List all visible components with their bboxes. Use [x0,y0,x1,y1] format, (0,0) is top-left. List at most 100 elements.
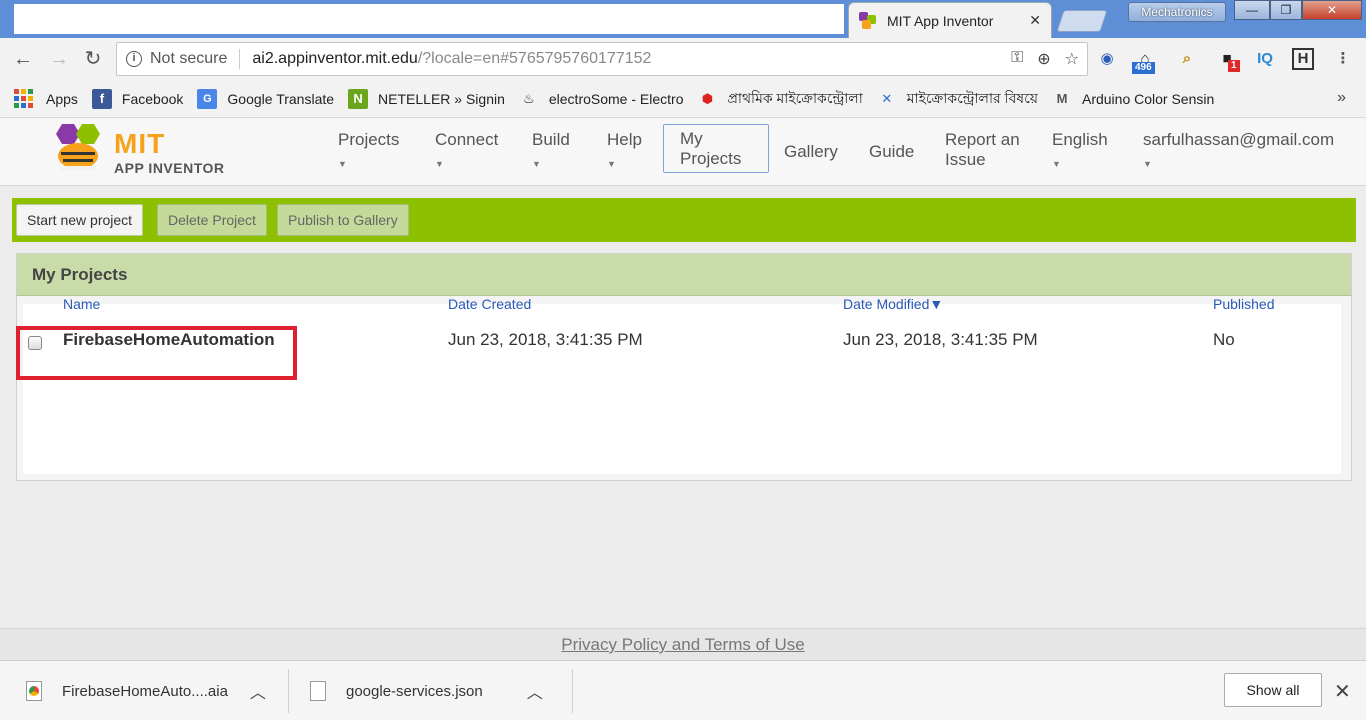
show-all-button[interactable]: Show all [1224,673,1322,707]
extension-search-icon[interactable]: ⌕ [1174,46,1200,72]
apps-grid-icon [14,88,34,109]
extension-h-icon[interactable]: H [1292,48,1314,70]
column-header-date-created[interactable]: Date Created [448,296,531,312]
menu-label: Help [607,130,642,149]
menu-build[interactable]: Build ▼ [532,130,570,174]
column-header-name[interactable]: Name [63,296,100,312]
menu-my-projects[interactable]: My Projects [663,124,769,173]
column-header-published[interactable]: Published [1213,296,1275,312]
maximize-button[interactable]: ❐ [1270,0,1302,20]
menu-report-issue[interactable]: Report an Issue [945,130,1020,170]
security-label[interactable]: Not secure [150,50,227,68]
download-item-json[interactable]: google-services.json ︿ [310,661,543,720]
minimize-button[interactable]: — [1234,0,1270,20]
neteller-icon: N [348,88,369,109]
menu-account[interactable]: sarfulhassan@gmail.com ▼ [1143,130,1334,174]
electrosome-icon: ♨ [523,90,535,106]
menu-label: Build [532,130,570,149]
menu-label-line1: My [680,129,703,148]
bookmark-label: প্রাথমিক মাইক্রোকন্ট্রোলা [727,89,863,106]
bookmark-label: Arduino Color Sensin [1081,90,1215,107]
start-new-project-button[interactable]: Start new project [16,204,144,236]
close-icon[interactable]: ✕ [1334,679,1351,704]
menu-label-line2: Issue [945,150,986,169]
app-inventor-favicon-icon [859,11,877,30]
chrome-file-icon [26,681,42,701]
menu-label: English [1052,130,1108,149]
extension-iq-icon[interactable]: IQ [1252,46,1278,72]
bookmark-label: Google Translate [227,90,335,107]
project-date-created: Jun 23, 2018, 3:41:35 PM [448,330,643,349]
bookmark-neteller[interactable]: N NETELLER » Signin [348,88,505,109]
caret-down-icon: ▼ [607,159,616,169]
bookmarks-overflow-icon[interactable]: » [1337,89,1346,107]
project-published: No [1213,330,1235,349]
tab-close-icon[interactable]: ✕ [1029,12,1041,29]
window-close-button[interactable]: ✕ [1302,0,1362,20]
chrome-menu-icon[interactable]: ⋮ [1330,46,1356,72]
m-logo-icon: M [1056,90,1068,106]
account-email: sarfulhassan@gmail.com [1143,130,1335,149]
extension-badge-count: 496 [1132,62,1155,74]
back-arrow-icon[interactable]: ← [10,46,36,72]
google-translate-icon: G [197,88,218,109]
page-footer: Privacy Policy and Terms of Use [0,628,1366,660]
chevron-up-icon[interactable]: ︿ [527,679,543,703]
info-icon[interactable]: i [126,51,142,67]
logo-subtitle: APP INVENTOR [114,160,225,176]
facebook-icon: f [91,88,112,109]
url-host[interactable]: ai2.appinventor.mit.edu [252,50,417,68]
bookmark-label: NETELLER » Signin [378,90,505,107]
bookmark-apps[interactable]: Apps [14,88,78,109]
caret-down-icon: ▼ [532,159,541,169]
tab-title: MIT App Inventor [887,12,994,29]
menu-language[interactable]: English ▼ [1052,130,1108,174]
privacy-policy-link[interactable]: Privacy Policy and Terms of Use [561,635,804,654]
bookmark-electrosome[interactable]: ♨ electroSome - Electro [519,89,684,109]
extension-counter-icon[interactable]: ⌂ 496 [1132,46,1158,74]
bookmark-arduino-color-sensor[interactable]: M Arduino Color Sensin [1052,89,1215,109]
zoom-icon[interactable]: ⊕ [1037,49,1050,69]
profile-button[interactable]: Mechatronics [1128,2,1226,22]
extension-translate-icon[interactable]: ◉ [1094,46,1120,72]
menu-projects[interactable]: Projects ▼ [338,130,399,174]
menu-connect[interactable]: Connect ▼ [435,130,498,174]
extension-notify-icon[interactable]: ■ 1 [1214,46,1240,72]
bookmark-microcontroller-basics[interactable]: ⬢ প্রাথমিক মাইক্রোকন্ট্রোলা [697,87,863,111]
reload-icon[interactable]: ↻ [80,46,106,72]
mit-app-inventor-logo[interactable]: MIT APP INVENTOR [48,122,228,180]
bookmark-label: electroSome - Electro [548,90,684,107]
menu-gallery[interactable]: Gallery [784,142,838,162]
bookmark-facebook[interactable]: f Facebook [91,88,183,109]
star-icon[interactable]: ☆ [1065,49,1079,69]
menu-help[interactable]: Help ▼ [607,130,642,174]
browser-titlebar: MIT App Inventor ✕ Mechatronics — ❐ ✕ [0,0,1366,38]
download-filename: google-services.json [346,682,483,700]
app-inventor-bee-icon [56,124,100,170]
column-header-date-modified[interactable]: Date Modified▼ [843,296,943,312]
file-icon [310,681,326,701]
bookmark-google-translate[interactable]: G Google Translate [197,88,335,109]
tab-mit-app-inventor[interactable]: MIT App Inventor ✕ [848,2,1052,38]
address-bar[interactable]: i Not secure ai2.appinventor.mit.edu /?l… [116,42,1088,76]
highlight-box [16,326,297,380]
menu-guide[interactable]: Guide [869,142,914,162]
address-separator [239,49,241,69]
browser-toolbar: ← → ↻ i Not secure ai2.appinventor.mit.e… [0,38,1366,80]
menu-label-line2: Projects [680,149,742,168]
publish-to-gallery-button[interactable]: Publish to Gallery [277,204,409,236]
key-icon[interactable]: ⚿ [1011,49,1023,69]
chevron-up-icon[interactable]: ︿ [250,679,266,703]
download-item-aia[interactable]: FirebaseHomeAuto....aia ︿ [26,661,266,720]
bookmark-label: মাইক্রোকন্ট্রোলার বিষয়ে [906,89,1038,106]
menu-label: Projects [338,130,400,149]
url-path[interactable]: /?locale=en#5765795760177152 [418,50,652,68]
download-shelf: FirebaseHomeAuto....aia ︿ google-service… [0,660,1366,720]
caret-down-icon: ▼ [338,159,347,169]
new-tab-button[interactable] [1056,10,1108,32]
download-filename: FirebaseHomeAuto....aia [62,682,228,700]
bookmark-microcontroller-topic[interactable]: ✕ মাইক্রোকন্ট্রোলার বিষয়ে [877,87,1038,111]
delete-project-button[interactable]: Delete Project [157,204,267,236]
panel-title: My Projects [17,254,1351,296]
forward-arrow-icon[interactable]: → [46,46,72,72]
